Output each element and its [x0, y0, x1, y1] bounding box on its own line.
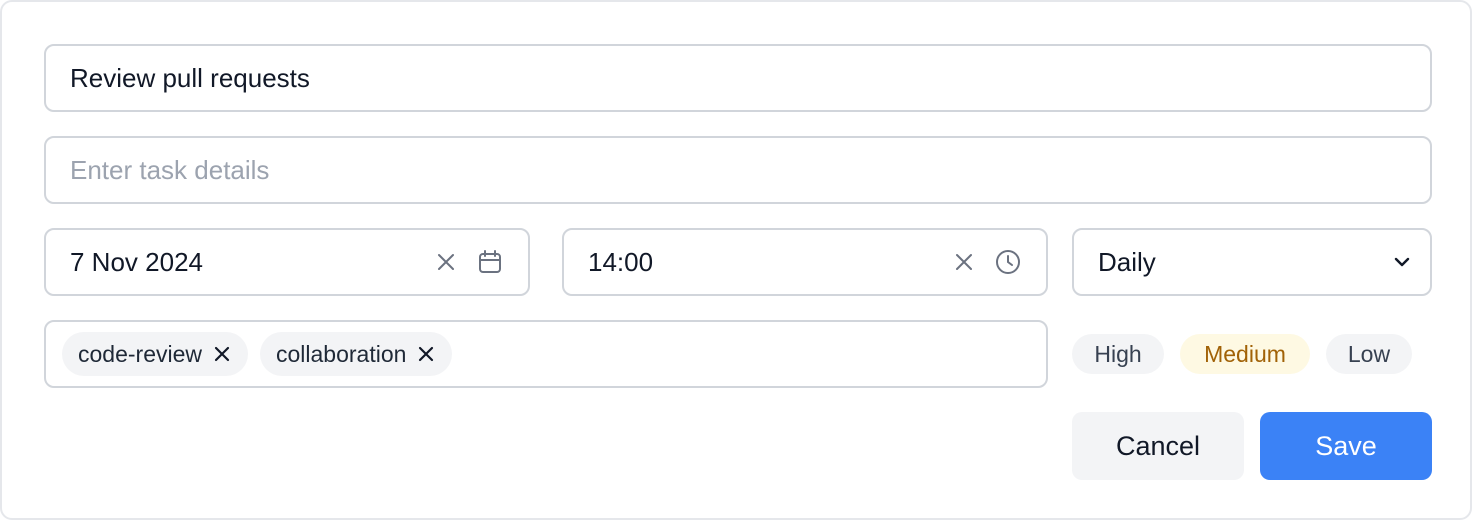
calendar-icon[interactable]	[474, 246, 506, 278]
priority-low-button[interactable]: Low	[1326, 334, 1412, 374]
cancel-button[interactable]: Cancel	[1072, 412, 1244, 480]
priority-high-button[interactable]: High	[1072, 334, 1164, 374]
tag-label: collaboration	[276, 340, 407, 367]
repeat-value: Daily	[1098, 246, 1156, 277]
save-button[interactable]: Save	[1260, 412, 1432, 480]
task-form-card: 7 Nov 2024 14:00 Daily code-rev	[0, 0, 1472, 520]
repeat-select[interactable]: Daily	[1072, 228, 1432, 296]
task-title-input[interactable]	[46, 46, 1430, 110]
date-value: 7 Nov 2024	[70, 246, 203, 277]
tag-label: code-review	[78, 340, 202, 367]
clock-icon[interactable]	[992, 246, 1024, 278]
priority-medium-button[interactable]: Medium	[1180, 334, 1310, 374]
task-title-field[interactable]	[44, 44, 1432, 112]
task-details-field[interactable]	[44, 136, 1432, 204]
tag-chip: collaboration	[260, 332, 453, 376]
close-icon[interactable]	[430, 246, 462, 278]
chevron-down-icon	[1392, 252, 1412, 277]
task-details-input[interactable]	[46, 138, 1430, 202]
close-icon[interactable]	[416, 344, 436, 364]
close-icon[interactable]	[948, 246, 980, 278]
close-icon[interactable]	[212, 344, 232, 364]
tag-chip: code-review	[62, 332, 248, 376]
time-value: 14:00	[588, 246, 654, 277]
time-field[interactable]: 14:00	[562, 228, 1048, 296]
date-field[interactable]: 7 Nov 2024	[44, 228, 530, 296]
tags-field[interactable]: code-review collaboration	[44, 320, 1048, 388]
